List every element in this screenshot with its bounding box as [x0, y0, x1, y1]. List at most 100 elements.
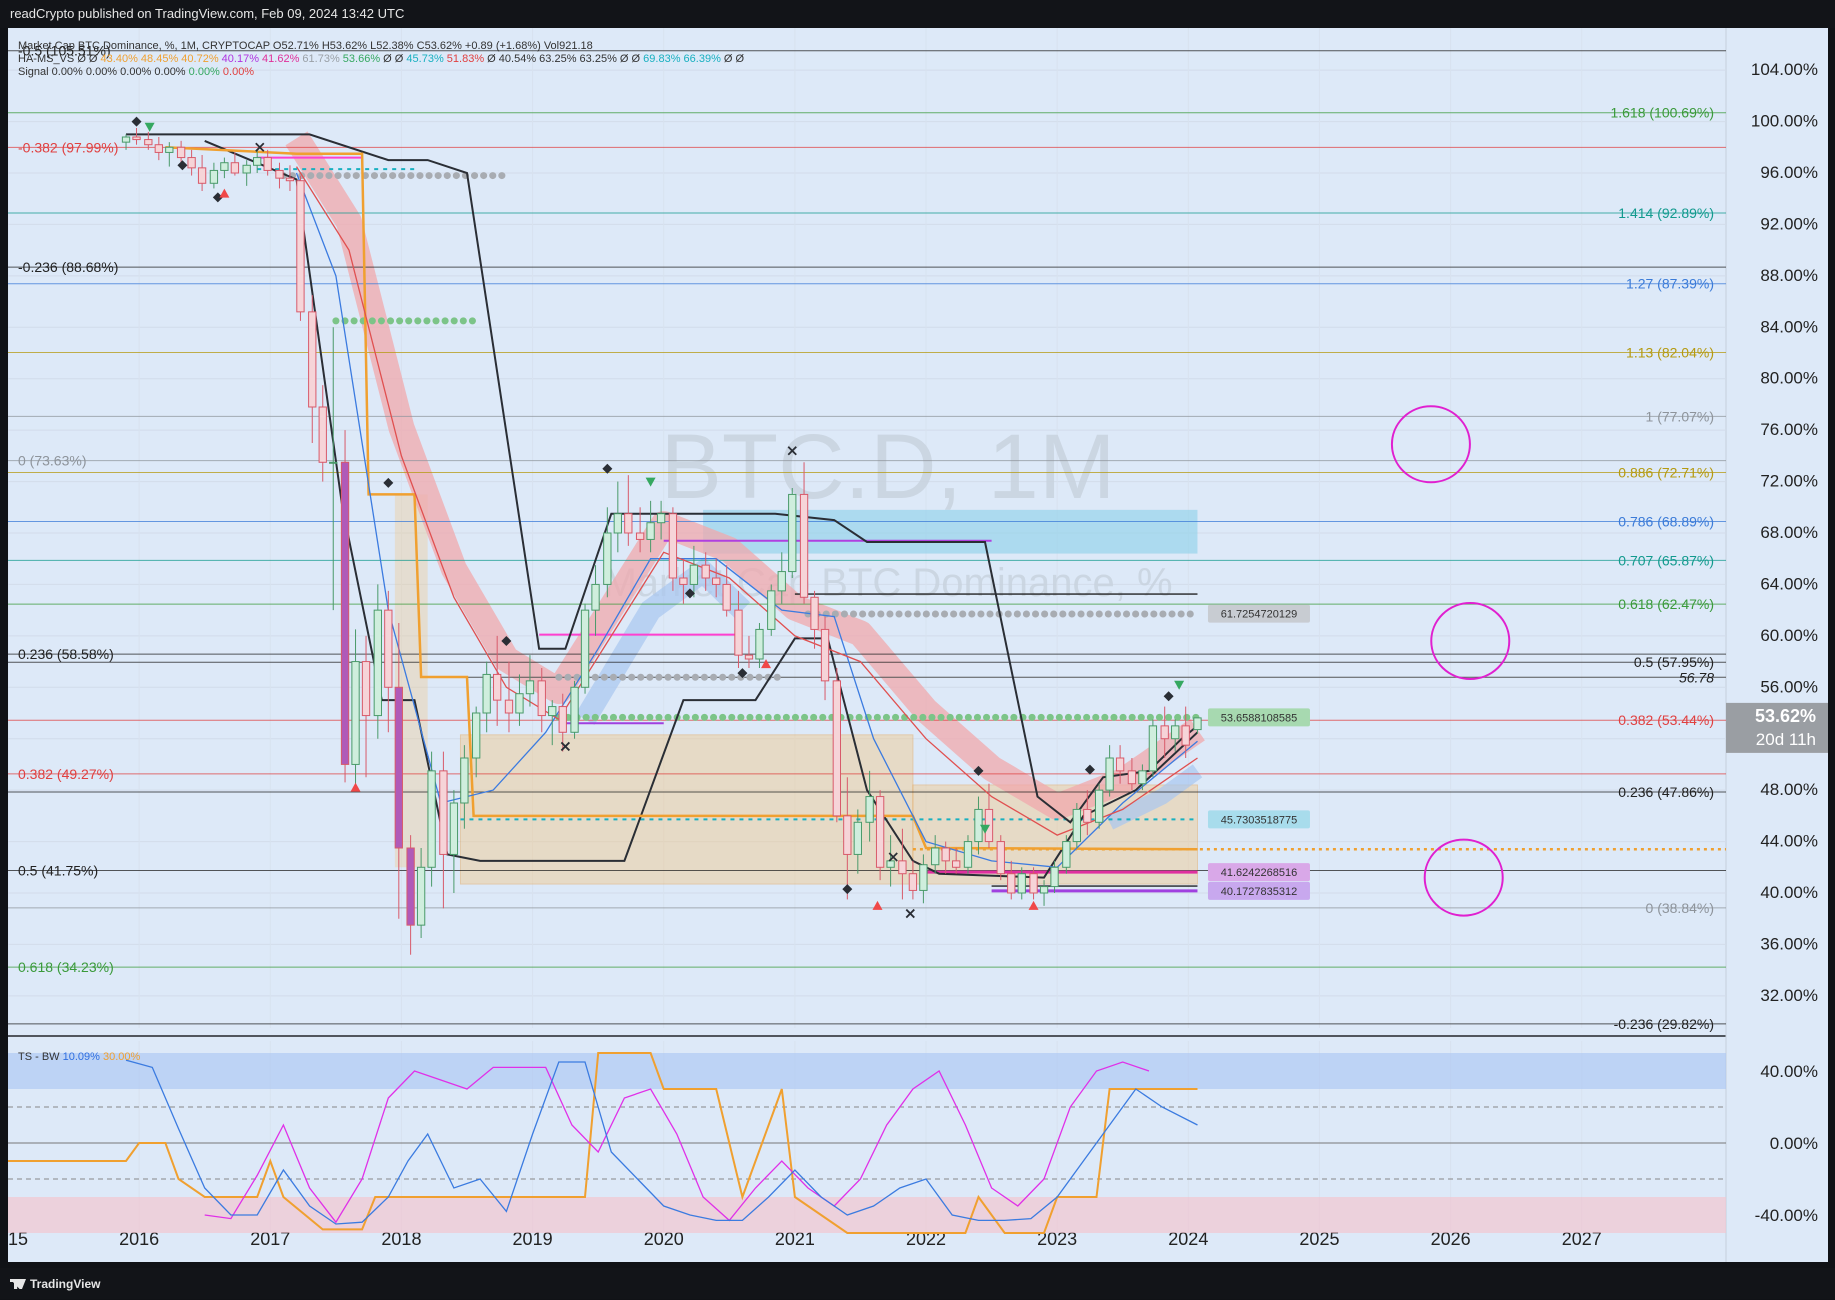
legend-oscillator: TS - BW 10.09% 30.00%: [18, 1051, 140, 1064]
bar-countdown-label: 20d 11h: [1756, 730, 1816, 749]
fib-label-left: 0 (73.63%): [18, 453, 86, 469]
triangle-down-marker: [1174, 680, 1185, 690]
candle-body: [788, 493, 797, 573]
candle-body: [1127, 770, 1137, 785]
candle-body: [865, 796, 874, 823]
fib-label-right: 1.13 (82.04%): [1626, 344, 1714, 360]
last-price-label: 53.62%: [1755, 706, 1816, 726]
value-badge-label: 40.1727835312: [1221, 886, 1297, 898]
tradingview-logo[interactable]: TradingView: [10, 1269, 100, 1300]
candle-body: [515, 693, 524, 714]
candle-body: [1029, 873, 1038, 894]
candle-body: [263, 157, 272, 171]
candle-body: [165, 146, 174, 153]
candle-body: [406, 847, 415, 926]
candle-body: [744, 654, 754, 660]
triangle-up-marker: [350, 782, 361, 792]
candle-body: [1105, 757, 1114, 791]
y-tick-label: 36.00%: [1760, 934, 1818, 953]
candle-body: [394, 686, 403, 849]
triangle-down-marker: [144, 122, 155, 132]
target-circle: [1423, 838, 1504, 917]
candle-body: [361, 661, 371, 717]
fib-label-right: 1 (77.07%): [1646, 408, 1714, 424]
candle-body: [493, 673, 502, 701]
candle-body: [308, 311, 317, 408]
fib-label-right: 0.707 (65.87%): [1618, 552, 1714, 568]
indicator-value: 63.25%: [576, 53, 617, 65]
diamond-marker: [131, 116, 142, 127]
indicator-value: 40.17%: [218, 53, 259, 65]
candle-body: [144, 139, 153, 146]
y-tick-label: 44.00%: [1760, 832, 1818, 851]
candle-body: [318, 406, 327, 463]
candle-body: [679, 577, 688, 585]
signal-value: 0.00%: [51, 66, 83, 78]
chart-frame[interactable]: 104.00% 100.00% 96.00% 92.00% 88.00% 84.00% 80…: [8, 28, 1828, 1262]
candle-body: [722, 583, 731, 611]
y-tick-label: 56.00%: [1760, 677, 1818, 696]
candle-body: [603, 532, 612, 585]
candle-body: [220, 162, 229, 171]
legend-indicator-name: HA-MS_VS: [18, 53, 75, 65]
candle-body: [570, 686, 579, 733]
fib-label-right: 1.27 (87.39%): [1626, 276, 1714, 292]
candle-body: [296, 180, 305, 313]
candle-body: [1017, 873, 1026, 894]
osc-value: 10.09%: [62, 1051, 100, 1063]
signal-value: 0.00%: [185, 66, 220, 78]
legend-signal: Signal 0.00% 0.00% 0.00% 0.00% 0.00% 0.0…: [18, 66, 254, 79]
indicator-value: 40.54%: [495, 53, 537, 65]
candle-body: [963, 841, 973, 868]
diamond-marker: [383, 477, 394, 488]
candle-body: [132, 136, 141, 141]
value-badge-label: 41.6242268516: [1221, 867, 1297, 879]
osc-overbought-zone: [8, 1053, 1726, 1089]
candle-body: [656, 513, 666, 524]
fib-label-right: 0 (38.84%): [1646, 900, 1714, 916]
y-tick-label: 84.00%: [1760, 317, 1818, 336]
candle-body: [373, 609, 382, 717]
fib-label-right: 1.618 (100.69%): [1610, 105, 1714, 121]
candle-body: [701, 564, 710, 579]
indicator-value: Ø: [77, 53, 86, 65]
candle-body: [591, 583, 600, 611]
legend-oscillator-values: 10.09% 30.00%: [63, 1051, 141, 1063]
candle-body: [1094, 789, 1104, 823]
indicator-value: Ø: [484, 53, 496, 65]
fib-label-left: 0.5 (41.75%): [18, 863, 98, 879]
candle-body: [1148, 725, 1158, 772]
y-tick-label: 32.00%: [1760, 986, 1818, 1005]
legend-indicator: HA-MS_VS Ø Ø 43.40% 48.45% 40.72% 40.17%…: [18, 53, 744, 66]
candle-body: [460, 757, 469, 804]
indicator-value: 43.40%: [97, 53, 138, 65]
indicator-value: 53.66%: [339, 53, 381, 65]
y-tick-label: 68.00%: [1760, 523, 1818, 542]
indicator-value: Ø: [380, 53, 392, 65]
candle-body: [449, 802, 459, 855]
indicator-value: 69.83%: [640, 53, 681, 65]
candle-body: [952, 860, 961, 868]
legend-main: Market Cap BTC Dominance, %, 1M, CRYPTOC…: [18, 40, 593, 52]
fib-label-left: 0.382 (49.27%): [18, 766, 114, 782]
candle-body: [525, 680, 535, 695]
indicator-value: 61.73%: [299, 53, 340, 65]
triangle-up-marker: [219, 188, 230, 198]
candle-body: [558, 706, 567, 733]
candle-body: [209, 169, 219, 184]
osc-y-tick-label: -40.00%: [1755, 1206, 1818, 1225]
candle-body: [121, 136, 131, 143]
watermark-symbol: BTC.D, 1M: [661, 416, 1116, 518]
fib-label-right: 1.414 (92.89%): [1618, 205, 1714, 221]
candle-body: [853, 821, 862, 855]
candle-body: [1039, 886, 1049, 894]
candle-body: [810, 596, 819, 630]
fib-label-right: 0.5 (57.95%): [1634, 654, 1714, 670]
triangle-up-marker: [1028, 900, 1039, 910]
chart-canvas[interactable]: 104.00% 100.00% 96.00% 92.00% 88.00% 84.00% 80…: [8, 28, 1828, 1262]
candle-body: [734, 609, 743, 656]
candle-body: [799, 493, 809, 598]
y-tick-label: 60.00%: [1760, 626, 1818, 645]
fib-label-left: -0.382 (97.99%): [18, 139, 118, 155]
value-badge-label: 61.7254720129: [1221, 609, 1297, 621]
